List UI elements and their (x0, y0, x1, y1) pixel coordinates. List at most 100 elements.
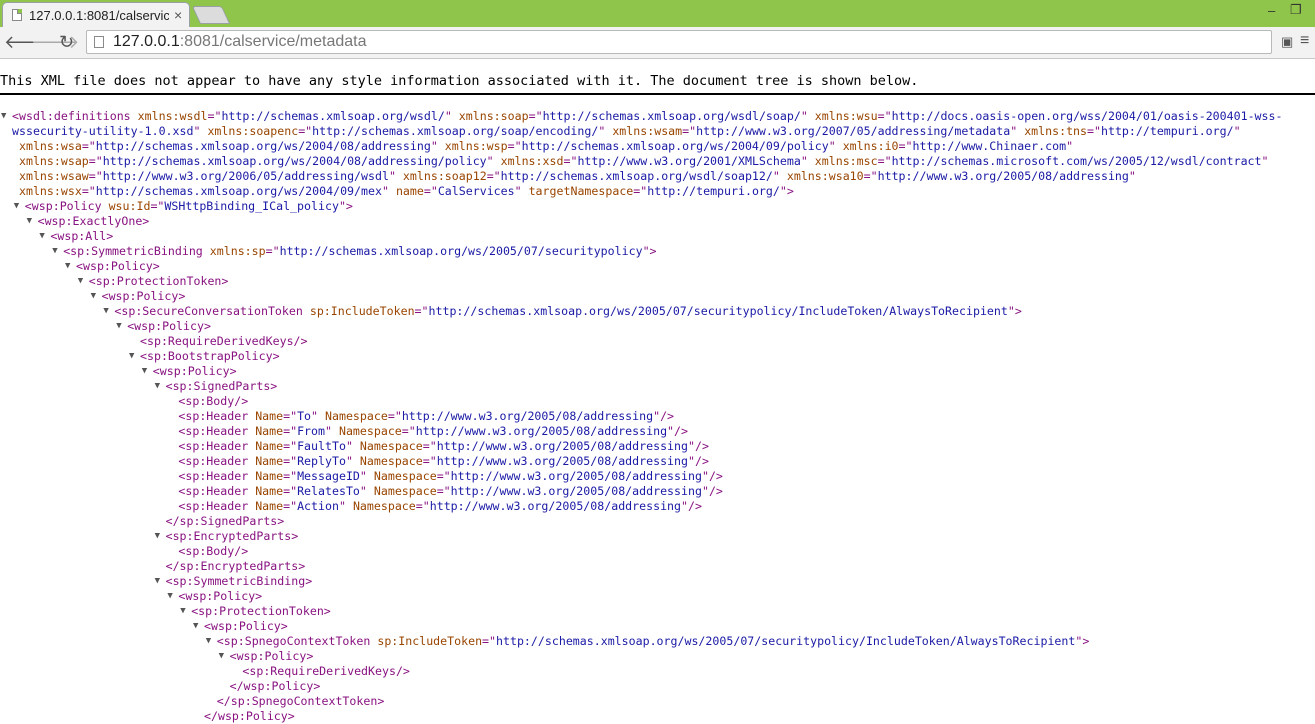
collapse-arrow-icon[interactable]: ▼ (142, 364, 147, 379)
xml-line: <sp:Body/> (0, 544, 1315, 559)
xml-token: Name (255, 484, 284, 498)
address-bar[interactable]: 127.0.0.1:8081/calservice/metadata (86, 30, 1272, 54)
xml-token: <sp:SecureConversationToken (114, 304, 303, 318)
xml-token: Namespace (359, 454, 423, 468)
xml-token: http://www.w3.org/2007/05/addressing/met… (696, 124, 1011, 138)
xml-token: =" (387, 409, 402, 423)
xml-line-text: <sp:Header Name="RelatesTo" Namespace="h… (178, 484, 723, 499)
xml-token: http://www.w3.org/2005/08/addressing (415, 424, 668, 438)
collapse-arrow-icon[interactable]: ▼ (1, 109, 6, 124)
xml-token: xmlns:xsd (500, 154, 564, 168)
collapse-arrow-icon[interactable]: ▼ (78, 274, 83, 289)
xml-line-text: <wsp:ExactlyOne> (38, 214, 150, 229)
xml-token: Name (255, 499, 284, 513)
collapse-arrow-icon[interactable]: ▼ (219, 649, 224, 664)
xml-line-text: xmlns:wsa="http://schemas.xmlsoap.org/ws… (12, 139, 1073, 154)
xml-token: =" (877, 109, 892, 123)
xml-token: http://schemas.microsoft.com/ws/2005/12/… (891, 154, 1262, 168)
xml-token: /> (708, 484, 723, 498)
xml-token: " (359, 484, 367, 498)
new-tab-button[interactable] (191, 6, 231, 24)
xml-line-text: <wsp:Policy> (178, 589, 262, 604)
collapse-arrow-icon[interactable]: ▼ (155, 379, 160, 394)
xml-line-text: </sp:SpnegoContextToken> (217, 694, 385, 709)
xml-line-text: <sp:RequireDerivedKeys/> (242, 664, 410, 679)
window-maximize-icon[interactable]: ❐ (1290, 2, 1302, 18)
tab-close-icon[interactable]: × (174, 7, 182, 23)
xml-token: " (1010, 124, 1018, 138)
xml-token: =" (283, 409, 298, 423)
collapse-arrow-icon[interactable]: ▼ (129, 349, 134, 364)
xml-token: <sp:Header (178, 484, 249, 498)
xml-token: http://schemas.xmlsoap.org/ws/2004/09/po… (521, 139, 829, 153)
collapse-arrow-icon[interactable]: ▼ (27, 214, 32, 229)
collapse-arrow-icon[interactable]: ▼ (167, 589, 172, 604)
collapse-arrow-icon[interactable]: ▼ (14, 199, 19, 214)
collapse-arrow-icon[interactable]: ▼ (65, 259, 70, 274)
collapse-arrow-icon[interactable]: ▼ (206, 634, 211, 649)
collapse-arrow-icon[interactable]: ▼ (116, 319, 121, 334)
page-info-icon[interactable] (94, 36, 104, 48)
xml-token: http://schemas.xmlsoap.org/ws/2004/08/ad… (95, 139, 431, 153)
xml-token: xmlns:wsa10 (786, 169, 864, 183)
xml-token: " (193, 124, 201, 138)
xml-token: xmlns:wsa (18, 139, 82, 153)
xml-line-text: <sp:SpnegoContextToken sp:IncludeToken="… (217, 634, 1090, 649)
xml-token: " (688, 439, 695, 453)
xml-line: ▼ <wsp:Policy> (0, 289, 1315, 304)
xml-token: http://schemas.xmlsoap.org/ws/2005/07/se… (496, 634, 1076, 648)
collapse-arrow-icon[interactable]: ▼ (180, 604, 185, 619)
xml-token: <sp:SymmetricBinding> (165, 574, 313, 588)
xml-token: xmlns:soap12 (402, 169, 487, 183)
xml-token: =" (283, 484, 298, 498)
xml-line: <sp:Header Name="MessageID" Namespace="h… (0, 469, 1315, 484)
xml-token: wsu:Id (108, 199, 151, 213)
xml-line: ▼ <sp:ProtectionToken> (0, 274, 1315, 289)
xml-token: =" (81, 139, 96, 153)
xml-token: http://www.w3.org/2005/08/addressing (450, 484, 702, 498)
xml-token: Name (255, 454, 284, 468)
window-minimize-icon[interactable]: – (1268, 3, 1275, 18)
xml-token: " (486, 154, 494, 168)
xml-token: Name (255, 409, 284, 423)
xml-line-text: <sp:Header Name="From" Namespace="http:/… (178, 424, 688, 439)
xml-token: " (325, 424, 332, 438)
xml-token: http://www.w3.org/2005/08/addressing (429, 499, 682, 513)
xml-token: " (800, 109, 808, 123)
xml-token: <sp:Header (178, 454, 249, 468)
xml-token: " (828, 139, 836, 153)
xml-token: <wsp:Policy> (152, 364, 237, 378)
collapse-arrow-icon[interactable]: ▼ (155, 529, 160, 544)
xml-line: <sp:RequireDerivedKeys/> (0, 664, 1315, 679)
xml-token: " (1007, 304, 1015, 318)
xml-line: ▼ <wsp:ExactlyOne> (0, 214, 1315, 229)
xml-token: " (345, 454, 353, 468)
reload-icon[interactable]: ↻ (59, 31, 74, 53)
xml-token: <wsdl:definitions (12, 109, 131, 123)
translate-icon[interactable]: ▣ (1281, 34, 1293, 50)
collapse-arrow-icon[interactable]: ▼ (103, 304, 108, 319)
xml-line-text: xmlns:wsap="http://schemas.xmlsoap.org/w… (12, 154, 1269, 169)
collapse-arrow-icon[interactable]: ▼ (91, 289, 96, 304)
collapse-arrow-icon[interactable]: ▼ (193, 619, 198, 634)
xml-token: =" (1087, 124, 1101, 138)
collapse-arrow-icon[interactable]: ▼ (52, 244, 57, 259)
xml-token: =" (482, 634, 497, 648)
xml-token: Namespace (352, 499, 416, 513)
xml-token: http://docs.oasis-open.org/wss/2004/01/o… (891, 109, 1283, 123)
xml-token: " (514, 184, 522, 198)
xml-token: xmlns:wsdl (137, 109, 208, 123)
xml-token: " (598, 124, 606, 138)
xml-token: /> (688, 499, 702, 513)
xml-line-text: <sp:Header Name="FaultTo" Namespace="htt… (178, 439, 709, 454)
xml-token: http://tempuri.org/ (647, 184, 780, 198)
xml-token: =" (88, 154, 103, 168)
title-bar: 127.0.0.1:8081/calservice/metadata × – ❐ (0, 0, 1315, 27)
menu-icon[interactable]: ≡ (1300, 32, 1309, 50)
xml-line-text: <sp:Header Name="MessageID" Namespace="h… (178, 469, 723, 484)
collapse-arrow-icon[interactable]: ▼ (39, 229, 44, 244)
xml-token: " (681, 499, 688, 513)
browser-tab[interactable]: 127.0.0.1:8081/calservice/metadata × (2, 2, 190, 27)
xml-token: xmlns:wsx (18, 184, 82, 198)
collapse-arrow-icon[interactable]: ▼ (155, 574, 160, 589)
